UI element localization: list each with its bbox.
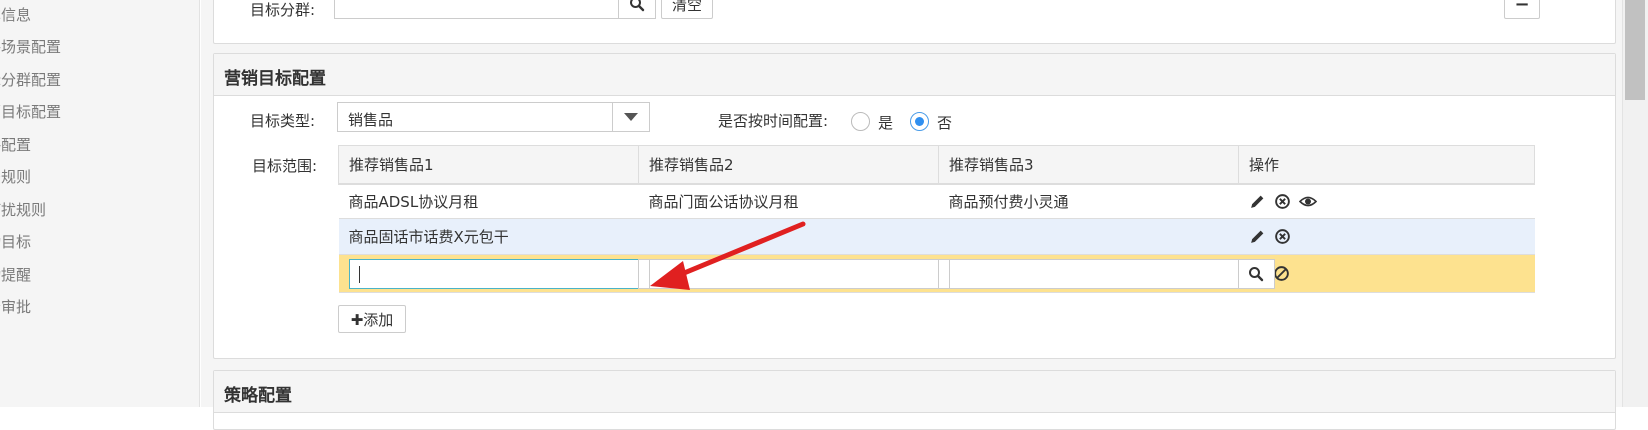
product-1-input[interactable] — [348, 258, 675, 289]
table-cell: 商品ADSL协议月租 — [338, 183, 639, 219]
column-header-actions: 操作 — [1238, 145, 1535, 185]
product-3-input[interactable] — [948, 258, 1275, 289]
marketing-target-title: 营销目标配置 — [214, 54, 1615, 96]
table-cell: 商品预付费小灵通 — [938, 183, 1239, 219]
collapse-button[interactable]: − — [1504, 0, 1540, 19]
column-header: 推荐销售品1 — [338, 145, 639, 185]
sidebar-item-approval[interactable]: 务审批 — [0, 296, 31, 317]
table-cell: 商品固话市话费X元包干 — [338, 218, 639, 255]
scrollbar-thumb[interactable] — [1625, 0, 1645, 100]
sidebar-item-activity-reminder[interactable]: 动提醒 — [0, 264, 31, 285]
table-cell: 商品门面公话协议月租 — [638, 183, 939, 219]
row-actions — [1249, 228, 1525, 245]
target-group-input[interactable] — [334, 0, 619, 19]
search-icon — [630, 0, 645, 12]
radio-yes-label: 是 — [878, 114, 894, 132]
table-cell — [638, 218, 939, 255]
table-row-editing — [338, 254, 1535, 293]
product-2-input[interactable] — [648, 258, 975, 289]
sidebar-item-rules[interactable]: 法规则 — [0, 166, 31, 187]
target-type-value: 销售品 — [348, 111, 394, 129]
cancel-icon[interactable] — [1273, 265, 1290, 282]
target-group-panel: 目标分群: 清空 − — [213, 0, 1616, 44]
add-row-button[interactable]: ✚添加 — [338, 305, 406, 333]
text-caret — [358, 265, 360, 283]
target-range-table: 推荐销售品1 推荐销售品2 推荐销售品3 操作 商品ADSL协议月租 商品门面公… — [338, 145, 1535, 293]
table-row: 商品ADSL协议月租 商品门面公话协议月租 商品预付费小灵通 — [338, 183, 1535, 219]
radio-no-label: 否 — [937, 114, 953, 132]
radio-yes[interactable] — [851, 112, 870, 131]
target-range-label: 目标范围: — [252, 157, 318, 175]
time-config-label: 是否按时间配置: — [718, 112, 829, 130]
main-content: 目标分群: 清空 − 营销目标配置 目标类型: 销售品 是否按时间配置: 是 否… — [201, 0, 1622, 430]
sidebar-item-marketing-target[interactable]: 销目标配置 — [0, 101, 61, 122]
view-icon[interactable] — [1298, 193, 1317, 210]
marketing-target-panel: 营销目标配置 目标类型: 销售品 是否按时间配置: 是 否 目标范围: 推荐销售… — [213, 53, 1616, 359]
delete-icon[interactable] — [1274, 193, 1291, 210]
row-actions — [1249, 265, 1535, 282]
chevron-down-icon[interactable] — [612, 103, 649, 131]
edit-icon[interactable] — [1249, 228, 1266, 245]
table-cell — [938, 218, 1239, 255]
sidebar-item-activity-target[interactable]: 动目标 — [0, 231, 31, 252]
row-actions — [1249, 193, 1525, 210]
edit-icon[interactable] — [1249, 193, 1266, 210]
column-header: 推荐销售品3 — [938, 145, 1239, 185]
delete-icon[interactable] — [1274, 228, 1291, 245]
target-type-label: 目标类型: — [250, 112, 316, 130]
sidebar: 本信息 件场景配置 标分群配置 销目标配置 略配置 法规则 打扰规则 动目标 动… — [0, 0, 200, 407]
table-row: 商品固话市话费X元包干 — [338, 218, 1535, 255]
sidebar-item-event-scene[interactable]: 件场景配置 — [0, 36, 61, 57]
target-type-select[interactable]: 销售品 — [337, 102, 650, 132]
sidebar-item-strategy[interactable]: 略配置 — [0, 134, 31, 155]
strategy-panel: 策略配置 — [213, 370, 1616, 430]
column-header: 推荐销售品2 — [638, 145, 939, 185]
target-group-label: 目标分群: — [250, 1, 316, 19]
search-icon — [1249, 266, 1264, 281]
radio-no[interactable] — [910, 112, 929, 131]
clear-button[interactable]: 清空 — [661, 0, 713, 19]
product-3-search-button[interactable] — [1237, 258, 1275, 289]
sidebar-item-target-group[interactable]: 标分群配置 — [0, 69, 61, 90]
sidebar-item-no-disturb[interactable]: 打扰规则 — [0, 199, 46, 220]
target-group-search-button[interactable] — [618, 0, 656, 19]
sidebar-item-basic-info[interactable]: 本信息 — [0, 4, 31, 25]
